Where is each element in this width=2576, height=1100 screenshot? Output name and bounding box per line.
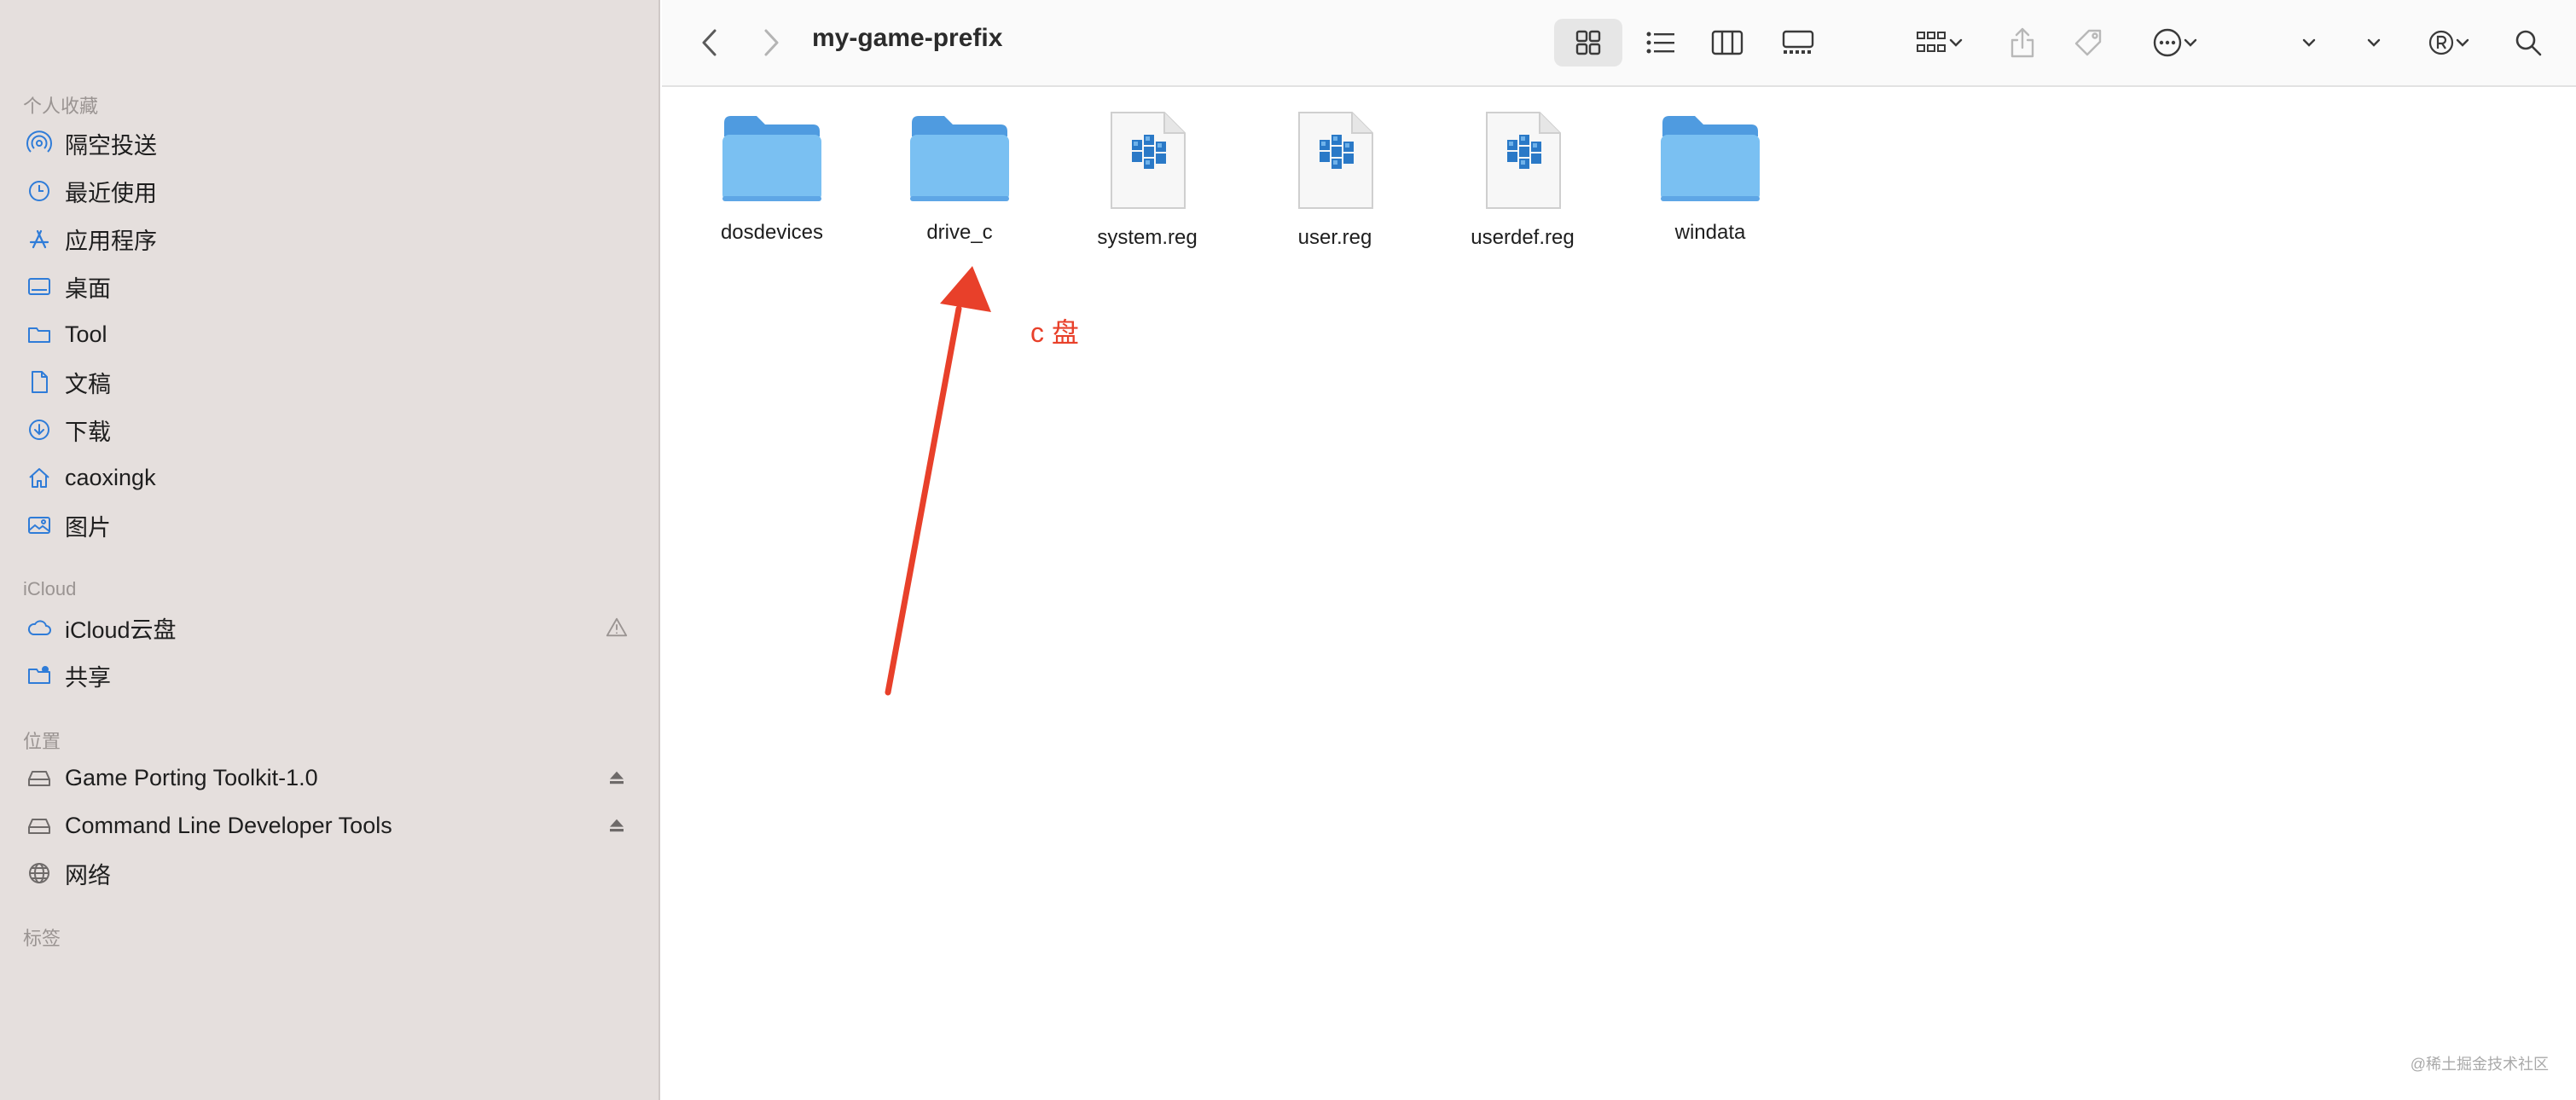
annotation-arrow [885,266,991,696]
watermark: @稀土掘金技术社区 [2410,1056,2549,1073]
annotation-label: c 盘 [1030,317,1079,348]
